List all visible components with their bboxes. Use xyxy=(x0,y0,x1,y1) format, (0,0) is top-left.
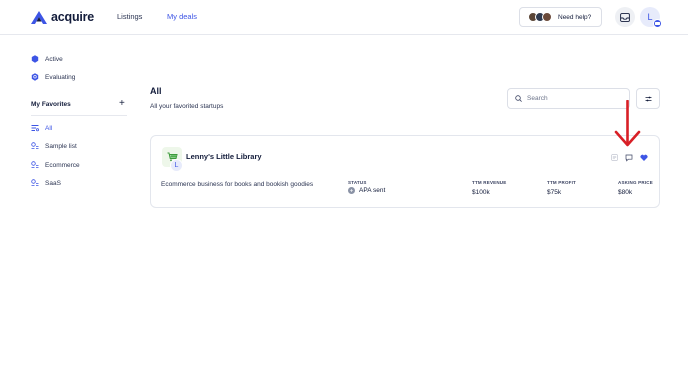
evaluating-icon xyxy=(31,73,39,81)
add-favorite-list-button[interactable]: + xyxy=(119,99,125,109)
acquire-logo[interactable]: acquire xyxy=(31,9,94,25)
ttm-profit-value: $75k xyxy=(547,189,562,196)
search-placeholder: Search xyxy=(527,95,548,102)
heart-icon xyxy=(639,154,648,161)
page-subtitle: All your favorited startups xyxy=(150,103,224,110)
sidebar-item-label: Active xyxy=(45,55,63,63)
sidebar-item-label: Sample list xyxy=(45,142,77,150)
annotation-arrow-icon xyxy=(614,100,641,147)
list-settings-icon xyxy=(31,161,39,169)
inbox-button[interactable] xyxy=(615,7,635,27)
sidebar-item-sample-list[interactable]: Sample list xyxy=(31,142,77,150)
user-initial: L xyxy=(647,12,653,22)
status-label: STATUS xyxy=(348,180,367,185)
user-badge xyxy=(653,19,662,28)
asking-price-label: ASKING PRICE xyxy=(618,180,653,185)
need-help-label: Need help? xyxy=(558,13,592,21)
notes-button[interactable] xyxy=(610,153,619,162)
status-value: APA sent xyxy=(348,187,385,194)
sidebar-item-label: All xyxy=(45,124,53,132)
need-help-button[interactable]: Need help? xyxy=(519,7,602,27)
logo-initial: L xyxy=(174,162,179,169)
sidebar-item-ecommerce[interactable]: Ecommerce xyxy=(31,161,80,169)
ttm-revenue-label: TTM REVENUE xyxy=(472,180,507,185)
message-button[interactable] xyxy=(624,153,633,162)
badge-icon xyxy=(655,22,660,25)
avatar xyxy=(542,12,552,22)
message-icon xyxy=(625,154,632,162)
sidebar-item-label: Evaluating xyxy=(45,73,76,81)
status-text: APA sent xyxy=(359,187,386,194)
sidebar-item-label: SaaS xyxy=(45,179,61,187)
brand-name: acquire xyxy=(51,10,95,24)
favorite-button[interactable] xyxy=(639,153,648,162)
notes-icon xyxy=(611,154,618,161)
divider xyxy=(31,115,127,116)
ttm-profit-label: TTM PROFIT xyxy=(547,180,576,185)
ttm-revenue-value: $100k xyxy=(472,189,490,196)
support-avatars xyxy=(528,12,552,22)
top-header: acquire Listings My deals Need help? L xyxy=(0,0,688,35)
sidebar-item-saas[interactable]: SaaS xyxy=(31,179,61,187)
startup-description: Ecommerce business for books and bookish… xyxy=(161,181,314,188)
startup-logo-initial-badge: L xyxy=(170,159,183,172)
acquire-logo-icon xyxy=(31,10,47,24)
search-icon xyxy=(515,95,522,102)
nav-listings[interactable]: Listings xyxy=(117,12,142,21)
sidebar-item-all[interactable]: All xyxy=(31,124,52,132)
list-settings-icon xyxy=(31,142,39,150)
sidebar-item-active[interactable]: Active xyxy=(31,55,63,63)
filter-icon xyxy=(645,96,651,101)
search-input[interactable]: Search xyxy=(507,88,630,109)
deal-card[interactable]: L Lenny's Little Library Ecommerce busin… xyxy=(150,135,660,208)
sidebar-item-label: Ecommerce xyxy=(45,161,80,169)
startup-name[interactable]: Lenny's Little Library xyxy=(186,152,262,161)
active-icon xyxy=(31,55,39,63)
status-icon xyxy=(348,187,355,194)
sidebar-item-evaluating[interactable]: Evaluating xyxy=(31,73,75,81)
asking-price-value: $80k xyxy=(618,189,633,196)
list-settings-icon xyxy=(31,179,39,187)
inbox-icon xyxy=(620,12,630,22)
page-title: All xyxy=(150,86,162,96)
favorites-heading: My Favorites xyxy=(31,101,71,108)
nav-my-deals[interactable]: My deals xyxy=(167,12,197,21)
list-icon xyxy=(31,124,39,132)
